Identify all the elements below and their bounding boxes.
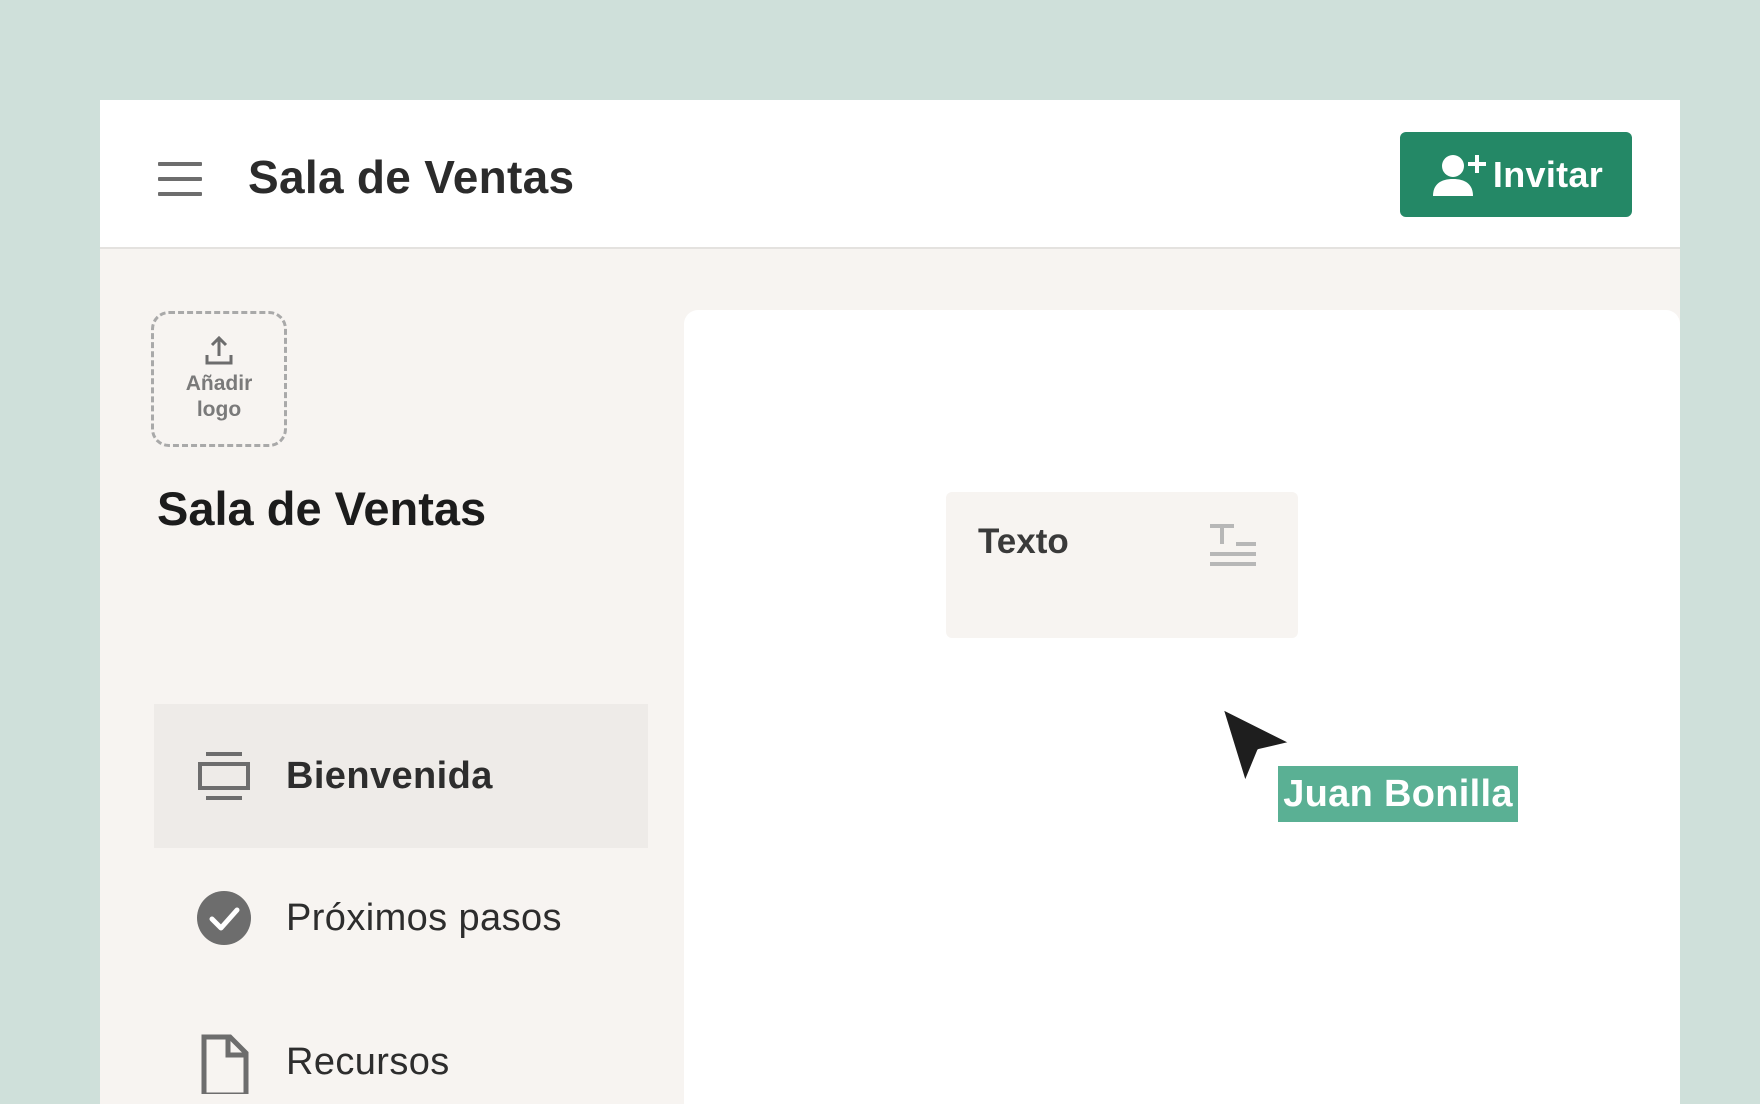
slides-icon bbox=[198, 752, 250, 800]
document-icon bbox=[201, 1034, 249, 1094]
text-block[interactable]: Texto bbox=[946, 492, 1298, 638]
app-window: Sala de Ventas Invitar Añadir logo Sala … bbox=[100, 100, 1680, 1104]
sidebar-item-label: Próximos pasos bbox=[286, 896, 562, 939]
sidebar-title: Sala de Ventas bbox=[157, 482, 487, 535]
sidebar-item-bienvenida[interactable]: Bienvenida bbox=[154, 704, 648, 848]
add-logo-button[interactable]: Añadir logo bbox=[151, 311, 287, 447]
hamburger-menu-icon[interactable] bbox=[158, 162, 202, 196]
sidebar-item-proximos-pasos[interactable]: Próximos pasos bbox=[154, 846, 648, 990]
add-user-icon bbox=[1432, 154, 1486, 196]
upload-icon bbox=[205, 335, 233, 365]
content-canvas: Texto bbox=[684, 310, 1680, 1104]
add-logo-label: Añadir logo bbox=[185, 372, 253, 421]
text-format-icon bbox=[1210, 524, 1256, 566]
sidebar-item-label: Bienvenida bbox=[286, 754, 493, 797]
sidebar-item-label: Recursos bbox=[286, 1040, 450, 1083]
sidebar-item-recursos[interactable]: Recursos bbox=[154, 990, 648, 1104]
page-title: Sala de Ventas bbox=[248, 151, 575, 203]
invite-button-label: Invitar bbox=[1492, 153, 1604, 195]
text-block-label: Texto bbox=[978, 522, 1069, 561]
sidebar: Añadir logo Sala de Ventas Bienvenida Pr… bbox=[100, 249, 684, 1104]
collaborator-name-tag: Juan Bonilla bbox=[1278, 766, 1518, 822]
top-bar: Sala de Ventas Invitar bbox=[100, 100, 1680, 249]
invite-button[interactable]: Invitar bbox=[1400, 132, 1632, 217]
check-circle-icon bbox=[197, 891, 251, 945]
